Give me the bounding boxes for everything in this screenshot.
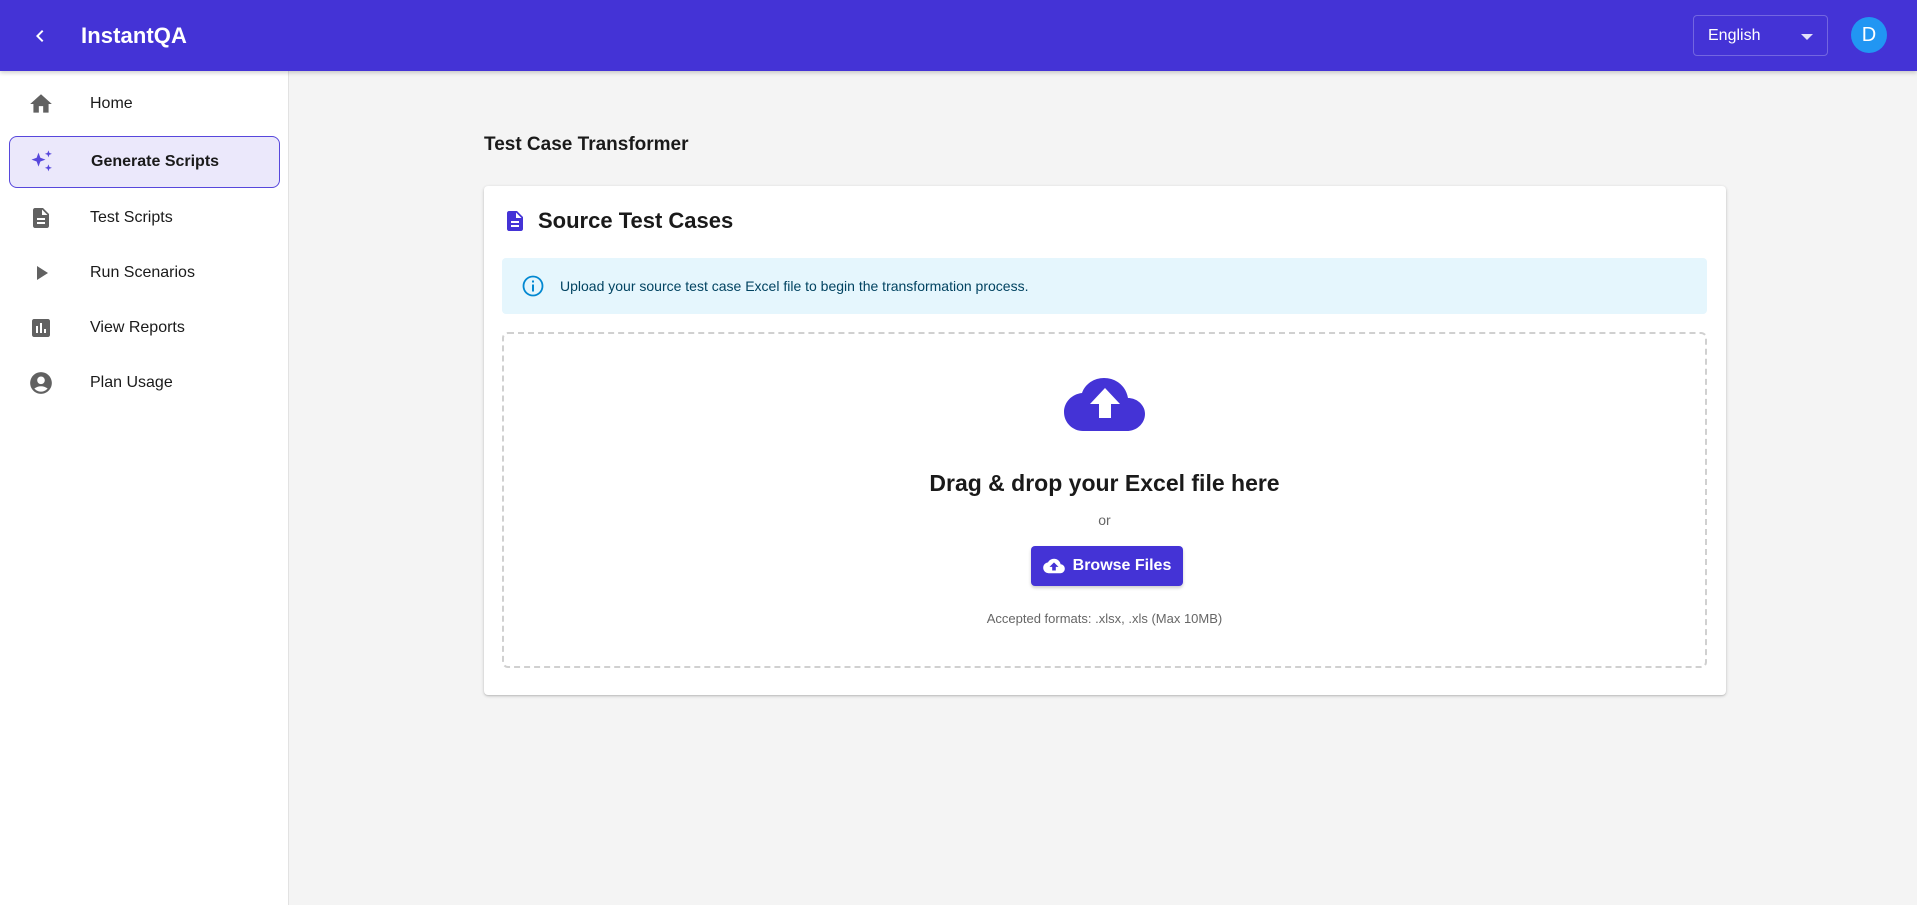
sidebar-item-plan-usage[interactable]: Plan Usage xyxy=(9,357,280,409)
sidebar-item-test-scripts[interactable]: Test Scripts xyxy=(9,192,280,244)
sidebar-item-home[interactable]: Home xyxy=(9,78,280,130)
page-title: Test Case Transformer xyxy=(484,134,689,155)
source-test-cases-card: Source Test Cases Upload your source tes… xyxy=(484,186,1726,695)
card-header: Source Test Cases xyxy=(503,208,733,234)
chevron-left-icon xyxy=(36,29,44,42)
browse-files-label: Browse Files xyxy=(1072,557,1172,574)
sidebar-item-label: Generate Scripts xyxy=(91,153,220,170)
language-select[interactable]: English xyxy=(1693,15,1828,56)
sidebar-item-view-reports[interactable]: View Reports xyxy=(9,302,280,354)
cloud-upload-icon xyxy=(1064,378,1145,431)
back-button[interactable] xyxy=(19,15,61,57)
browse-files-button[interactable]: Browse Files xyxy=(1031,546,1183,586)
info-alert: Upload your source test case Excel file … xyxy=(502,258,1707,314)
sidebar-item-label: Plan Usage xyxy=(90,374,173,391)
app-bar: InstantQA English D xyxy=(0,0,1917,71)
play-icon xyxy=(21,261,61,285)
accepted-formats-hint: Accepted formats: .xlsx, .xls (Max 10MB) xyxy=(986,611,1223,626)
card-title: Source Test Cases xyxy=(538,208,734,233)
info-alert-text: Upload your source test case Excel file … xyxy=(560,278,1029,294)
sidebar-item-label: View Reports xyxy=(90,319,185,336)
cloud-upload-icon xyxy=(1042,557,1065,575)
sidebar: Home Generate Scripts Test Scripts Run S… xyxy=(0,71,289,905)
dropzone-or-text: or xyxy=(1098,512,1111,528)
sidebar-item-run-scenarios[interactable]: Run Scenarios xyxy=(9,247,280,299)
info-icon xyxy=(521,274,545,298)
sidebar-item-label: Run Scenarios xyxy=(90,264,195,281)
account-circle-icon xyxy=(21,370,61,396)
file-dropzone[interactable]: Drag & drop your Excel file here or Brow… xyxy=(502,332,1707,668)
caret-down-icon xyxy=(1801,34,1813,40)
avatar[interactable]: D xyxy=(1851,17,1887,53)
bar-chart-icon xyxy=(21,316,61,340)
document-icon xyxy=(21,205,61,231)
app-title: InstantQA xyxy=(81,22,188,48)
home-icon xyxy=(21,91,61,117)
dropzone-title: Drag & drop your Excel file here xyxy=(929,470,1280,496)
sidebar-item-label: Home xyxy=(90,95,133,112)
document-icon xyxy=(507,211,523,231)
language-value: English xyxy=(1708,26,1761,44)
sidebar-item-label: Test Scripts xyxy=(90,209,173,226)
sidebar-item-generate-scripts[interactable]: Generate Scripts xyxy=(9,136,280,188)
sparkles-icon xyxy=(22,148,62,176)
